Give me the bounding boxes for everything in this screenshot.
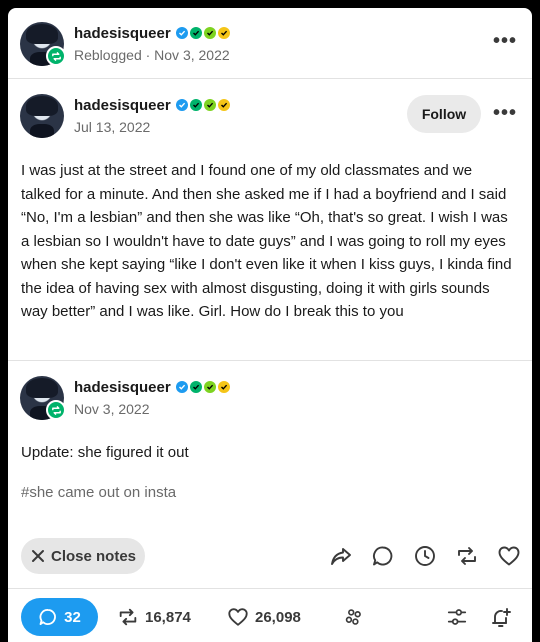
post-footer: 32 16,874 26,098 xyxy=(8,588,532,642)
divider xyxy=(8,360,532,361)
reply-count: 32 xyxy=(64,608,81,626)
likes-tab[interactable]: 26,098 xyxy=(227,606,301,628)
like-icon xyxy=(228,608,248,626)
like-count: 26,098 xyxy=(255,608,301,626)
verified-badge-icon xyxy=(176,381,188,393)
schedule-icon[interactable] xyxy=(412,543,438,569)
verified-badge-icon xyxy=(190,99,202,111)
verified-badge-icon xyxy=(204,381,216,393)
close-notes-label: Close notes xyxy=(51,547,137,565)
community-tab[interactable] xyxy=(343,606,365,628)
reblog-body: Update: she figured it out xyxy=(21,444,189,461)
post-card: hadesisqueer Reblogged · Nov 3, 2022 •••… xyxy=(8,8,532,642)
reblog-badge-icon xyxy=(46,400,66,420)
reblog-icon xyxy=(119,608,137,626)
reblogs-tab[interactable]: 16,874 xyxy=(117,606,191,628)
verified-badge-icon xyxy=(176,99,188,111)
reply-icon xyxy=(39,609,57,625)
username[interactable]: hadesisqueer xyxy=(74,379,171,396)
reply-icon[interactable] xyxy=(370,543,396,569)
verified-badge-icon xyxy=(190,381,202,393)
reblog-post-header: hadesisqueer Nov 3, 2022 xyxy=(8,362,532,432)
follow-button[interactable]: Follow xyxy=(407,95,481,133)
more-options-icon[interactable]: ••• xyxy=(493,102,517,125)
avatar[interactable] xyxy=(20,94,64,138)
post-date[interactable]: Nov 3, 2022 xyxy=(74,401,150,417)
reblog-header: hadesisqueer Reblogged · Nov 3, 2022 ••• xyxy=(8,8,532,78)
post-tag[interactable]: #she came out on insta xyxy=(21,484,176,501)
post-date[interactable]: Jul 13, 2022 xyxy=(74,119,150,135)
like-icon[interactable] xyxy=(496,543,522,569)
username[interactable]: hadesisqueer xyxy=(74,97,171,114)
close-notes-button[interactable]: Close notes xyxy=(21,538,145,574)
verified-badge-icon xyxy=(204,99,216,111)
verified-badge-icon xyxy=(204,27,216,39)
close-icon xyxy=(32,550,44,562)
user-badges xyxy=(176,27,230,39)
share-icon[interactable] xyxy=(328,543,354,569)
filter-settings-icon[interactable] xyxy=(446,606,468,628)
reblog-count: 16,874 xyxy=(145,608,191,626)
divider xyxy=(8,78,532,79)
verified-badge-icon xyxy=(176,27,188,39)
post-body: I was just at the street and I found one… xyxy=(21,162,512,320)
replies-tab[interactable]: 32 xyxy=(21,598,98,636)
verified-badge-icon xyxy=(190,27,202,39)
verified-badge-icon xyxy=(218,381,230,393)
community-icon xyxy=(345,609,361,625)
divider xyxy=(8,588,532,589)
notification-add-icon[interactable] xyxy=(489,606,513,630)
user-badges xyxy=(176,381,230,393)
reblog-icon[interactable] xyxy=(454,543,480,569)
more-options-icon[interactable]: ••• xyxy=(493,30,517,53)
reblog-badge-icon xyxy=(46,46,66,66)
verified-badge-icon xyxy=(218,99,230,111)
username[interactable]: hadesisqueer xyxy=(74,25,171,42)
user-badges xyxy=(176,99,230,111)
reblog-meta: Reblogged · Nov 3, 2022 xyxy=(74,47,230,63)
verified-badge-icon xyxy=(218,27,230,39)
